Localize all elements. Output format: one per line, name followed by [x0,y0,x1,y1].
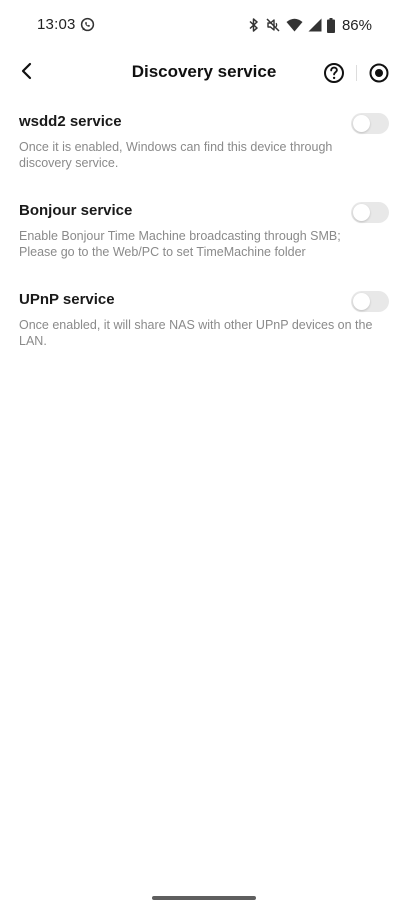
setting-title: Bonjour service [19,202,133,219]
setting-description-line: Enable Bonjour Time Machine broadcasting… [19,229,341,243]
battery-icon [326,17,335,33]
battery-percent: 86% [341,16,372,34]
toolbar-divider [356,65,357,81]
app-bar: Discovery service [0,50,408,96]
help-circle-icon [322,63,346,89]
toggle-knob [353,293,370,310]
toggle-knob [353,115,370,132]
upnp-toggle[interactable] [351,291,389,312]
setting-title: wsdd2 service [19,113,122,130]
setting-title: UPnP service [19,291,115,308]
setting-description: Once enabled, it will share NAS with oth… [19,318,373,348]
setting-description: Enable Bonjour Time Machine broadcasting… [19,228,379,260]
bluetooth-icon [248,17,260,33]
setting-description-line: Please go to the Web/PC to set TimeMachi… [19,245,306,259]
status-icons: 86% [248,15,372,35]
setting-upnp: UPnP service Once enabled, it will share… [19,291,391,349]
setting-wsdd2: wsdd2 service Once it is enabled, Window… [19,113,391,171]
whatsapp-icon [80,17,95,32]
setting-description: Once it is enabled, Windows can find thi… [19,140,333,170]
toggle-knob [353,204,370,221]
wifi-icon [286,18,303,32]
status-bar: 13:03 86% [0,0,408,50]
help-button[interactable] [322,61,346,85]
home-indicator[interactable] [152,896,256,900]
status-time: 13:03 [37,16,76,33]
wsdd2-toggle[interactable] [351,113,389,134]
setting-bonjour: Bonjour service Enable Bonjour Time Mach… [19,202,391,260]
record-icon [367,63,391,89]
record-button[interactable] [367,61,391,85]
bonjour-toggle[interactable] [351,202,389,223]
cell-signal-icon [308,18,322,32]
mute-icon [265,17,281,33]
page-title: Discovery service [131,62,277,81]
